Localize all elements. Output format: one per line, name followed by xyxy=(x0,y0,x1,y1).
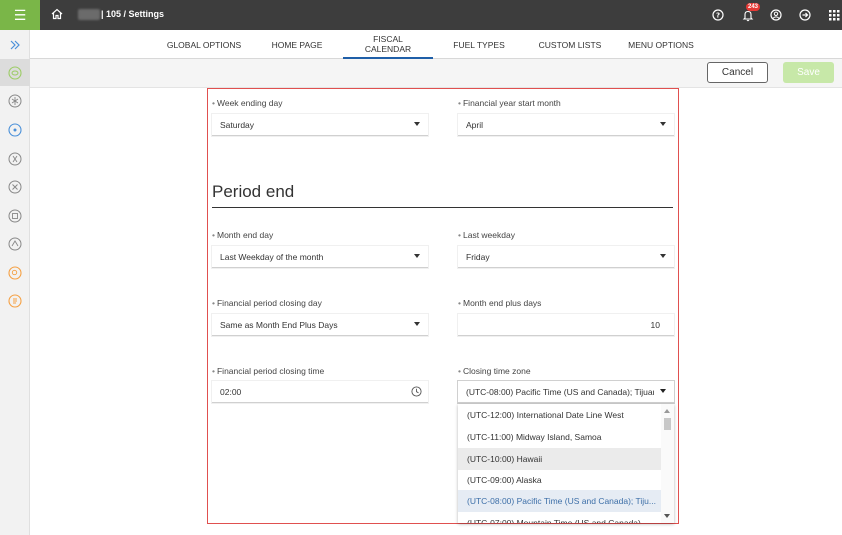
nav-module-3-icon[interactable] xyxy=(8,152,22,166)
week-ending-day-label: • Week ending day xyxy=(212,98,283,108)
user-icon[interactable] xyxy=(768,7,784,23)
caret-down-icon xyxy=(414,254,420,258)
caret-down-icon xyxy=(414,322,420,326)
save-button[interactable]: Save xyxy=(783,62,834,83)
last-weekday-select[interactable]: Friday xyxy=(458,246,674,268)
expand-chevron-icon[interactable] xyxy=(8,38,22,52)
month-end-day-label: • Month end day xyxy=(212,230,274,240)
nav-module-2-icon[interactable] xyxy=(8,123,22,137)
nav-module-8-icon[interactable] xyxy=(8,294,22,308)
nav-module-4-icon[interactable] xyxy=(8,180,22,194)
tab-fuel-types[interactable]: FUEL TYPES xyxy=(446,30,512,59)
tab-home-page[interactable]: HOME PAGE xyxy=(263,30,331,59)
timezone-option[interactable]: (UTC-09:00) Alaska xyxy=(458,469,661,491)
month-end-plus-days-value: 10 xyxy=(650,319,660,330)
caret-down-icon xyxy=(660,122,666,126)
svg-text:?: ? xyxy=(716,12,720,20)
timezone-option[interactable]: (UTC-10:00) Hawaii xyxy=(458,448,661,470)
closing-time-value: 02:00 xyxy=(220,386,242,397)
closing-time-zone-label: • Closing time zone xyxy=(458,366,531,376)
menu-icon[interactable]: ☰ xyxy=(0,0,40,30)
nav-module-1-icon[interactable] xyxy=(8,94,22,108)
financial-year-start-month-select[interactable]: April xyxy=(458,114,674,136)
last-weekday-label: • Last weekday xyxy=(458,230,515,240)
tab-custom-lists[interactable]: CUSTOM LISTS xyxy=(532,30,608,59)
caret-down-icon xyxy=(660,254,666,258)
financial-period-closing-day-select[interactable]: Same as Month End Plus Days xyxy=(212,314,428,336)
scrollbar-thumb[interactable] xyxy=(664,418,671,430)
timezone-option[interactable]: (UTC-07:00) Mountain Time (US and Canada… xyxy=(458,512,661,523)
financial-period-closing-time-label: • Financial period closing time xyxy=(212,366,325,376)
caret-down-icon xyxy=(660,389,666,393)
breadcrumb: | 105 / Settings xyxy=(101,9,165,19)
timezone-option[interactable]: (UTC-12:00) International Date Line West xyxy=(458,404,661,426)
notification-badge: 243 xyxy=(746,3,761,11)
dashboard-icon[interactable] xyxy=(8,66,22,80)
financial-year-start-month-label: • Financial year start month xyxy=(458,98,561,108)
nav-module-7-icon[interactable] xyxy=(8,266,22,280)
month-end-plus-days-label: • Month end plus days xyxy=(458,298,542,308)
timezone-dropdown-list: (UTC-12:00) International Date Line West… xyxy=(458,404,674,523)
scroll-down-icon[interactable] xyxy=(664,514,670,518)
week-ending-day-select[interactable]: Saturday xyxy=(212,114,428,136)
top-bar: ☰ | 105 / Settings ? 243 xyxy=(0,0,842,30)
section-title: Period end xyxy=(212,182,295,201)
tab-fiscal-calendar[interactable]: FISCAL CALENDAR xyxy=(343,30,433,59)
nav-module-6-icon[interactable] xyxy=(8,237,22,251)
caret-down-icon xyxy=(414,122,420,126)
financial-period-closing-day-label: • Financial period closing day xyxy=(212,298,322,308)
section-divider xyxy=(212,207,673,208)
settings-tabs: GLOBAL OPTIONS HOME PAGE FISCAL CALENDAR… xyxy=(30,30,842,59)
cancel-button[interactable]: Cancel xyxy=(707,62,768,83)
clock-icon[interactable] xyxy=(411,386,422,397)
apps-grid-icon[interactable] xyxy=(826,7,842,23)
timezone-option[interactable]: (UTC-11:00) Midway Island, Samoa xyxy=(458,426,661,448)
month-end-day-select[interactable]: Last Weekday of the month xyxy=(212,246,428,268)
dropdown-scrollbar[interactable] xyxy=(661,404,674,523)
tab-global-options[interactable]: GLOBAL OPTIONS xyxy=(162,30,246,59)
tab-menu-options[interactable]: MENU OPTIONS xyxy=(621,30,701,59)
timezone-option-selected[interactable]: (UTC-08:00) Pacific Time (US and Canada)… xyxy=(458,490,661,512)
financial-period-closing-time-input[interactable]: 02:00 xyxy=(212,381,428,403)
closing-time-zone-select[interactable]: (UTC-08:00) Pacific Time (US and Canada)… xyxy=(458,381,674,403)
redacted-site-name xyxy=(78,9,100,20)
scroll-up-icon[interactable] xyxy=(664,409,670,413)
left-nav-rail xyxy=(0,30,30,535)
home-icon[interactable] xyxy=(51,8,63,20)
month-end-plus-days-input[interactable]: 10 xyxy=(458,314,674,336)
nav-module-5-icon[interactable] xyxy=(8,209,22,223)
logout-icon[interactable] xyxy=(797,7,813,23)
help-icon[interactable]: ? xyxy=(710,7,726,23)
